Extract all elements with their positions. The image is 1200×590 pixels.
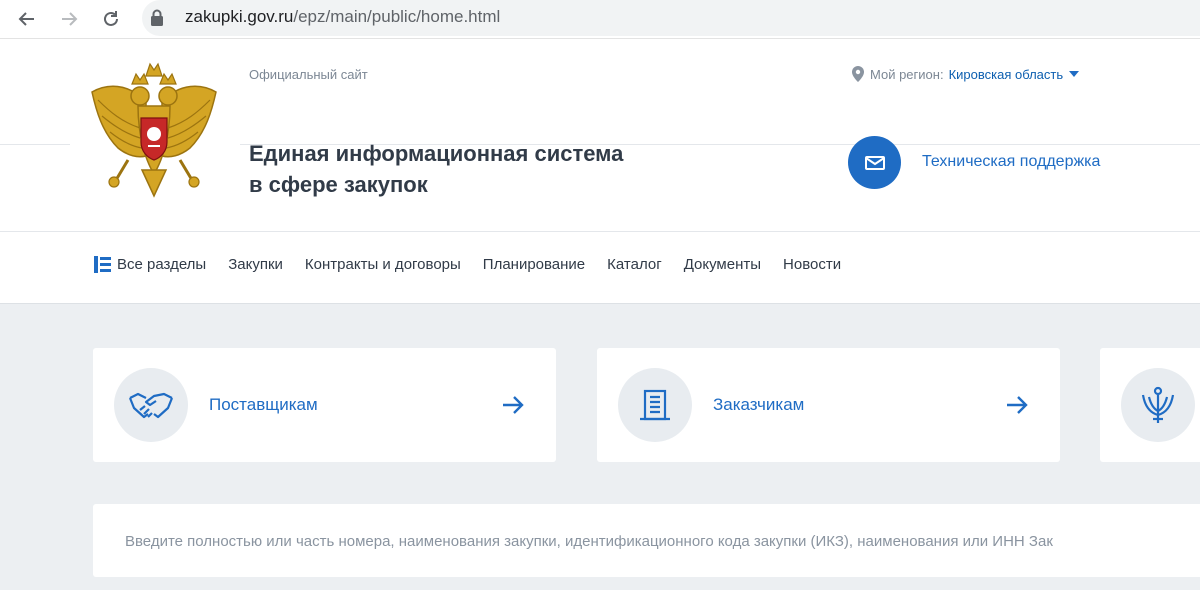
menu-item-contracts[interactable]: Контракты и договоры	[305, 256, 461, 273]
url-text[interactable]: zakupki.gov.ru/epz/main/public/home.html	[185, 7, 500, 27]
browser-toolbar: zakupki.gov.ru/epz/main/public/home.html	[0, 0, 1200, 39]
card-suppliers[interactable]: Поставщикам	[93, 348, 556, 462]
arrow-left-icon	[18, 12, 34, 26]
header-divider	[0, 144, 70, 145]
lock-icon	[151, 9, 163, 26]
menu-item-news[interactable]: Новости	[783, 256, 841, 273]
reload-button[interactable]	[97, 5, 125, 33]
site-title-line2: в сфере закупок	[249, 172, 428, 197]
handshake-icon-circle	[114, 368, 188, 442]
arrow-right-icon[interactable]	[502, 395, 524, 415]
card-suppliers-label: Поставщикам	[209, 395, 318, 414]
region-label: Мой регион:	[870, 66, 944, 82]
main-content: Поставщикам Заказчикам Введите полностью…	[0, 303, 1200, 590]
menu-item-catalog[interactable]: Каталог	[607, 256, 662, 273]
official-site-label: Официальный сайт	[249, 67, 368, 82]
forward-button[interactable]	[55, 5, 83, 33]
reload-icon	[104, 11, 118, 26]
support-link[interactable]: Техническая поддержка	[922, 153, 1100, 171]
document-icon-circle	[618, 368, 692, 442]
support-button[interactable]	[848, 136, 901, 189]
menu-item-all-sections[interactable]: Все разделы	[94, 256, 206, 273]
region-value[interactable]: Кировская область	[949, 67, 1064, 82]
envelope-icon	[864, 155, 885, 170]
back-button[interactable]	[13, 5, 41, 33]
region-selector[interactable]: Мой регион: Кировская область	[852, 66, 1080, 82]
document-building-icon	[640, 389, 670, 421]
search-placeholder: Введите полностью или часть номера, наим…	[125, 533, 1053, 550]
menu-divider	[0, 231, 1200, 232]
arrow-right-icon	[62, 12, 78, 26]
coat-of-arms-logo[interactable]	[88, 62, 220, 204]
emblem-shield-icon	[1141, 386, 1175, 423]
site-title-line1: Единая информационная система	[249, 141, 624, 166]
card-customers[interactable]: Заказчикам	[597, 348, 1060, 462]
menu-item-purchases[interactable]: Закупки	[228, 256, 283, 273]
site-title[interactable]: Единая информационная система в сфере за…	[249, 138, 623, 200]
caret-down-icon[interactable]	[1069, 71, 1080, 77]
card-customers-label: Заказчикам	[713, 395, 805, 414]
handshake-icon	[128, 392, 174, 419]
url-path: /epz/main/public/home.html	[293, 7, 501, 26]
url-domain: zakupki.gov.ru	[185, 7, 294, 26]
sections-icon	[94, 256, 111, 273]
arrow-right-icon[interactable]	[1006, 395, 1028, 415]
menu-item-planning[interactable]: Планирование	[483, 256, 585, 273]
menu-item-documents[interactable]: Документы	[684, 256, 761, 273]
menu-item-label: Все разделы	[117, 256, 207, 273]
main-menu: Все разделы Закупки Контракты и договоры…	[94, 256, 863, 273]
card-third[interactable]	[1100, 348, 1200, 462]
search-field[interactable]: Введите полностью или часть номера, наим…	[93, 504, 1200, 577]
emblem-icon-circle	[1121, 368, 1195, 442]
location-pin-icon	[852, 66, 864, 82]
